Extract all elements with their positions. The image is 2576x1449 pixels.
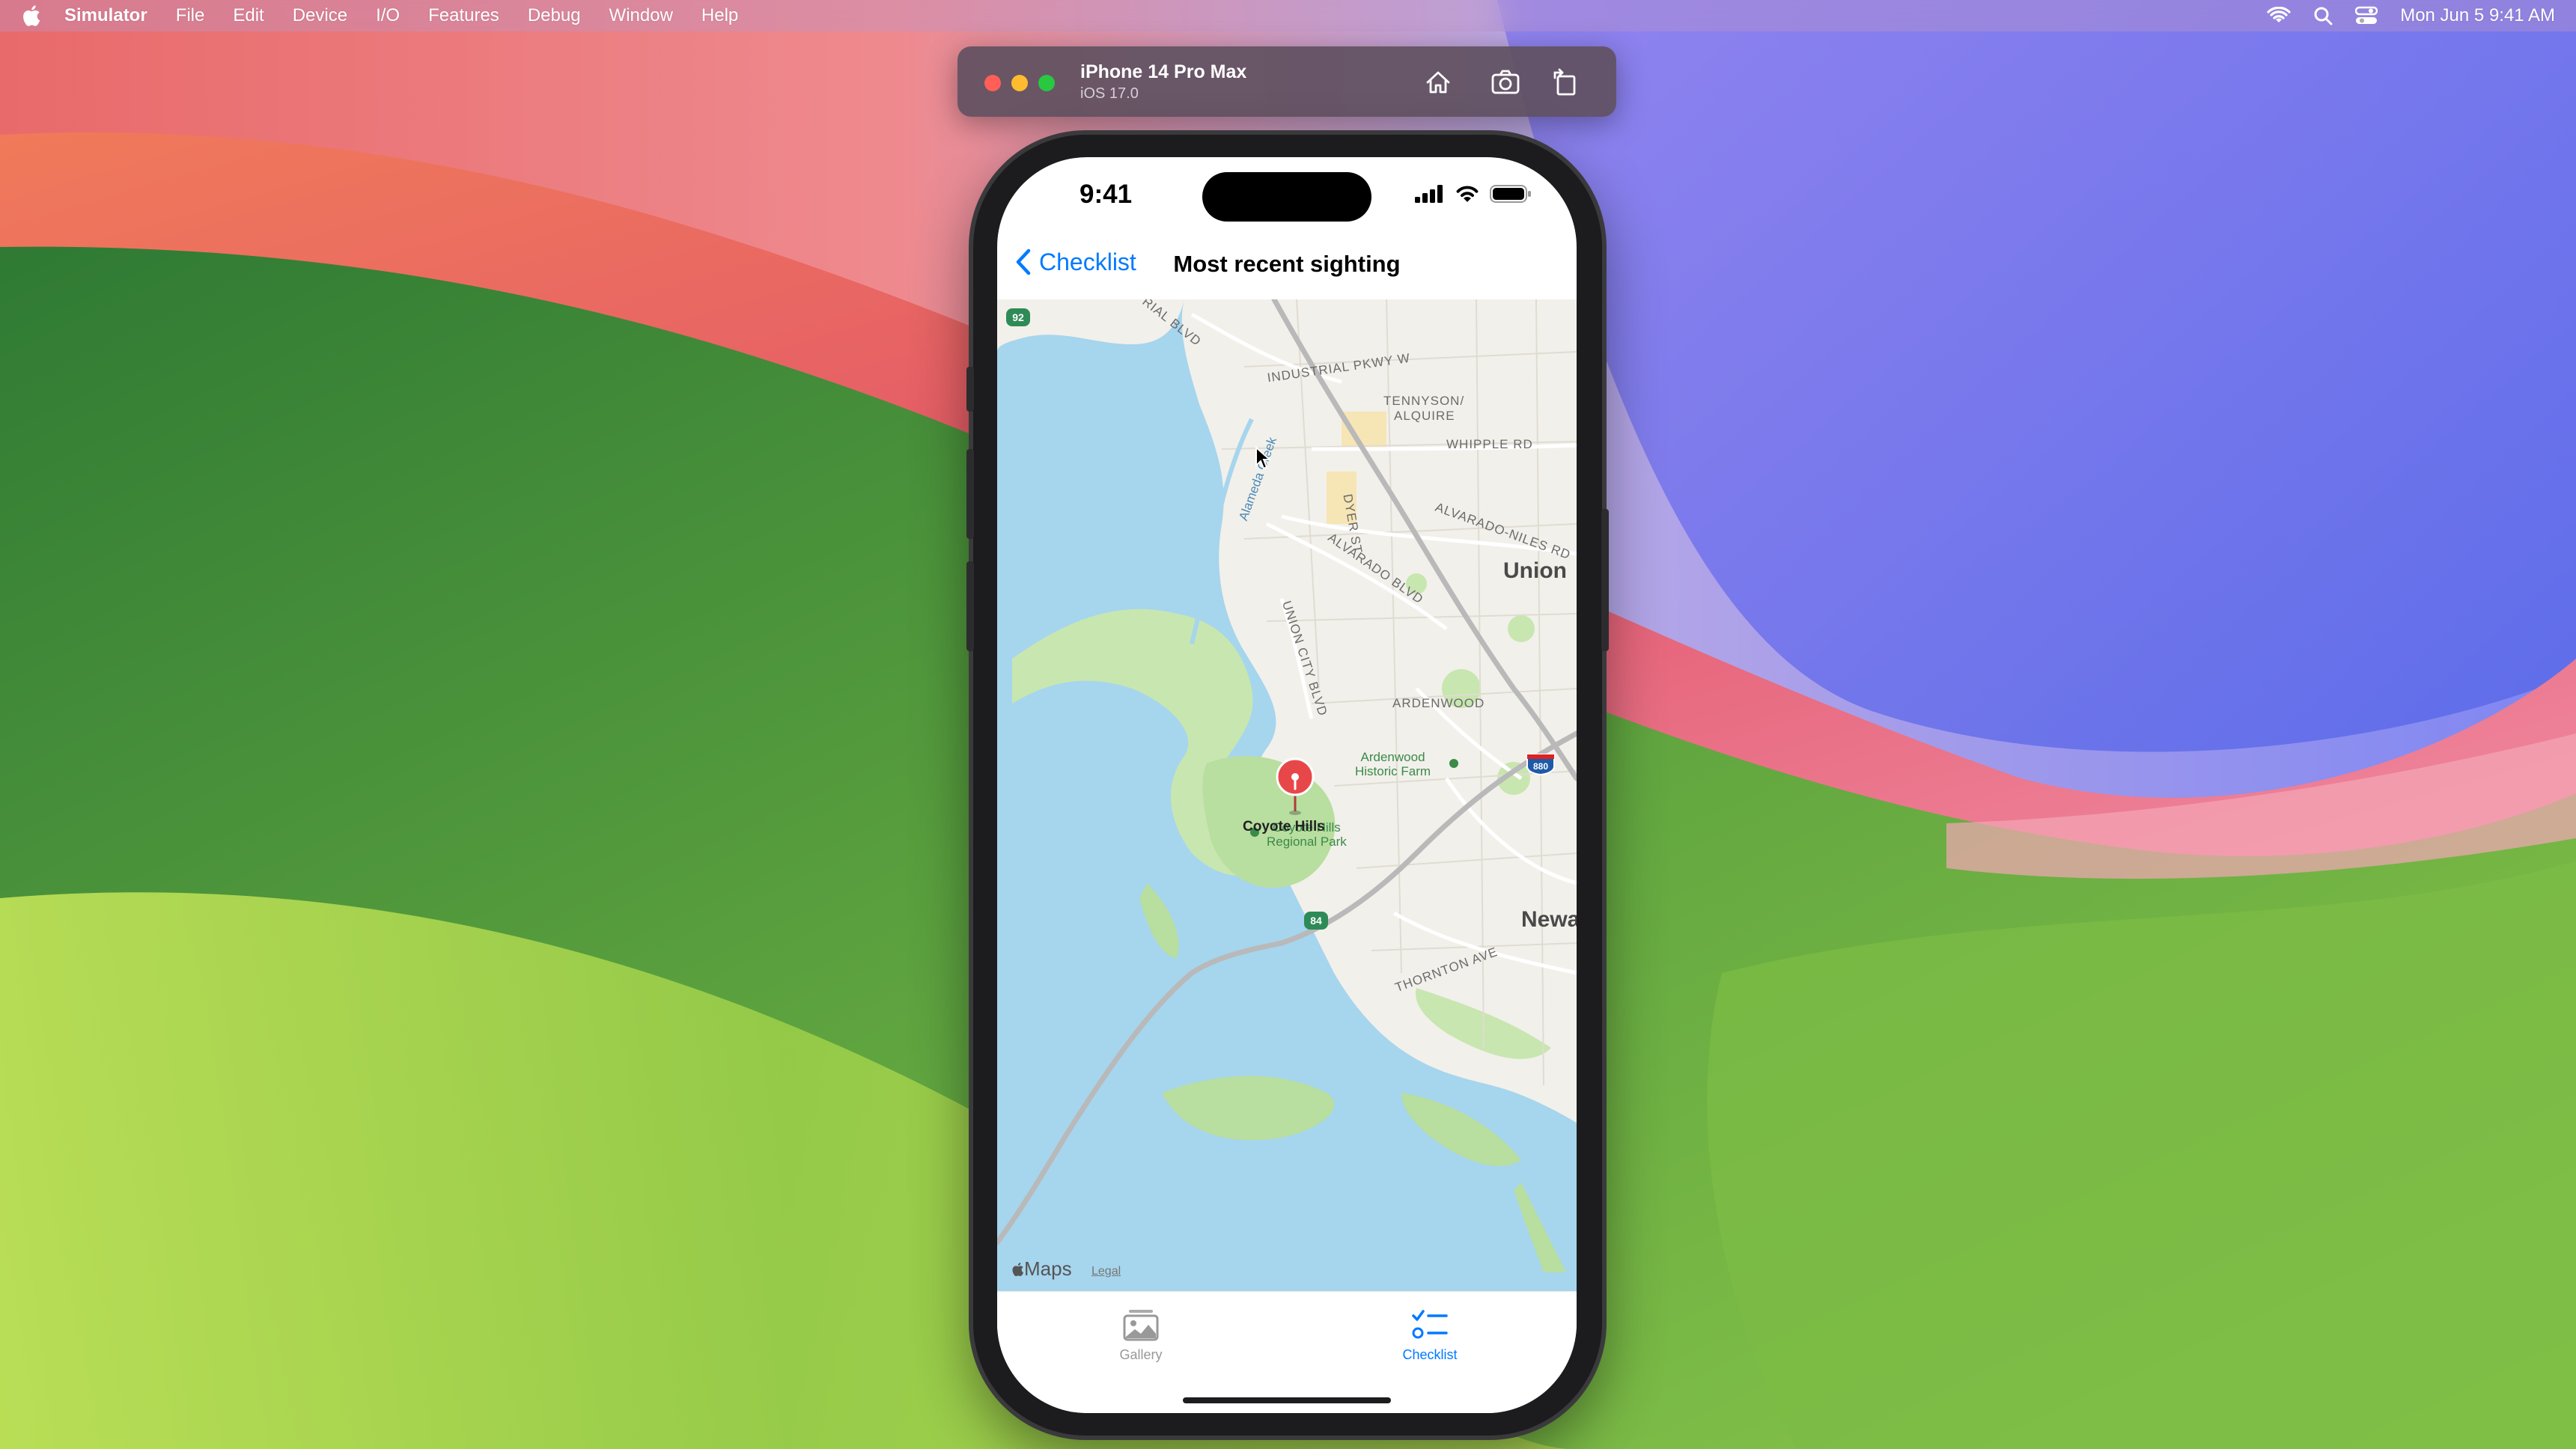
menu-help[interactable]: Help	[701, 5, 738, 26]
cellular-signal-icon	[1415, 185, 1443, 203]
map-label-coyote-park-line2: Regional Park	[1267, 835, 1347, 849]
map-label-union-city: Union	[1503, 558, 1567, 583]
menu-app-simulator[interactable]: Simulator	[64, 5, 147, 26]
tab-gallery-label: Gallery	[1119, 1347, 1163, 1362]
window-minimize-button[interactable]	[1011, 75, 1028, 91]
map-label-ardenwood-farm-line2: Historic Farm	[1355, 764, 1431, 778]
iphone-screen: 9:41 Checklist Most recent sighting RIAL…	[997, 157, 1577, 1413]
window-close-button[interactable]	[984, 75, 1001, 91]
side-power-button[interactable]	[1601, 509, 1609, 651]
legal-link[interactable]: Legal	[1091, 1265, 1121, 1278]
control-center-icon[interactable]	[2355, 6, 2378, 25]
home-indicator[interactable]	[1183, 1397, 1391, 1403]
dynamic-island	[1202, 172, 1371, 222]
map-label-newark: Newa	[1521, 907, 1577, 932]
home-button[interactable]	[1422, 66, 1455, 99]
status-bar-time: 9:41	[1080, 180, 1133, 209]
map-label-ardenwood-farm: Ardenwood Historic Farm	[1355, 750, 1431, 778]
wifi-icon[interactable]	[2267, 7, 2291, 25]
volume-down-button[interactable]	[966, 561, 974, 651]
tab-checklist-label: Checklist	[1402, 1347, 1458, 1362]
rotate-icon	[1553, 68, 1576, 96]
tab-bar: Gallery Checklist	[997, 1291, 1577, 1413]
volume-up-button[interactable]	[966, 449, 974, 539]
simulator-device-name: iPhone 14 Pro Max	[1080, 61, 1247, 82]
maps-attribution: Maps	[1024, 1257, 1072, 1280]
apple-logo-icon	[1012, 1262, 1024, 1276]
menu-window[interactable]: Window	[609, 5, 673, 26]
map-view[interactable]: RIAL BLVD INDUSTRIAL PKWY W TENNYSON/ AL…	[997, 299, 1577, 1291]
tab-gallery[interactable]: Gallery	[1088, 1308, 1193, 1363]
map-label-ardenwood-farm-line1: Ardenwood	[1360, 750, 1425, 764]
spotlight-search-icon[interactable]	[2313, 6, 2333, 25]
menu-io[interactable]: I/O	[376, 5, 400, 26]
battery-icon	[1490, 185, 1531, 203]
highway-84-shield: 84	[1304, 912, 1328, 930]
menu-bar-status-area: Mon Jun 5 9:41 AM	[2267, 0, 2555, 31]
map-label-ardenwood: ARDENWOOD	[1392, 696, 1485, 710]
highway-92-shield: 92	[1006, 308, 1030, 326]
simulator-title-bar: iPhone 14 Pro Max iOS 17.0	[957, 46, 1616, 117]
map-label-whipple-rd: WHIPPLE RD	[1446, 437, 1533, 451]
window-zoom-button[interactable]	[1038, 75, 1055, 91]
apple-menu-icon[interactable]	[19, 4, 42, 28]
menu-edit[interactable]: Edit	[233, 5, 264, 26]
screenshot-button[interactable]	[1489, 66, 1522, 99]
apple-maps-logo: Maps	[1011, 1257, 1072, 1281]
pin-label: Coyote Hills	[1243, 819, 1325, 835]
mouse-cursor-icon	[1255, 446, 1271, 470]
status-bar-icons	[1415, 184, 1532, 204]
menu-device[interactable]: Device	[293, 5, 347, 26]
rotate-button[interactable]	[1549, 66, 1582, 99]
interstate-880-label: 880	[1533, 761, 1548, 772]
interstate-880-shield-icon: 880	[1526, 754, 1555, 775]
wifi-icon	[1456, 186, 1479, 202]
simulator-os-version: iOS 17.0	[1080, 85, 1139, 102]
checklist-icon	[1412, 1310, 1448, 1339]
map-label-tennyson: TENNYSON/	[1383, 394, 1465, 408]
menu-bar-clock[interactable]: Mon Jun 5 9:41 AM	[2400, 5, 2555, 26]
menu-bar: Simulator File Edit Device I/O Features …	[0, 0, 2576, 31]
page-title: Most recent sighting	[1173, 251, 1401, 277]
tab-checklist[interactable]: Checklist	[1377, 1308, 1482, 1363]
navigation-bar: Checklist Most recent sighting	[997, 236, 1577, 296]
photo-gallery-icon	[1123, 1310, 1159, 1341]
map-label-alquire: ALQUIRE	[1394, 409, 1455, 423]
menu-file[interactable]: File	[176, 5, 205, 26]
camera-icon	[1491, 70, 1520, 94]
location-pin-icon[interactable]	[1273, 756, 1318, 816]
menu-features[interactable]: Features	[428, 5, 499, 26]
menu-debug[interactable]: Debug	[528, 5, 581, 26]
action-button[interactable]	[966, 367, 974, 412]
home-icon	[1426, 71, 1450, 94]
